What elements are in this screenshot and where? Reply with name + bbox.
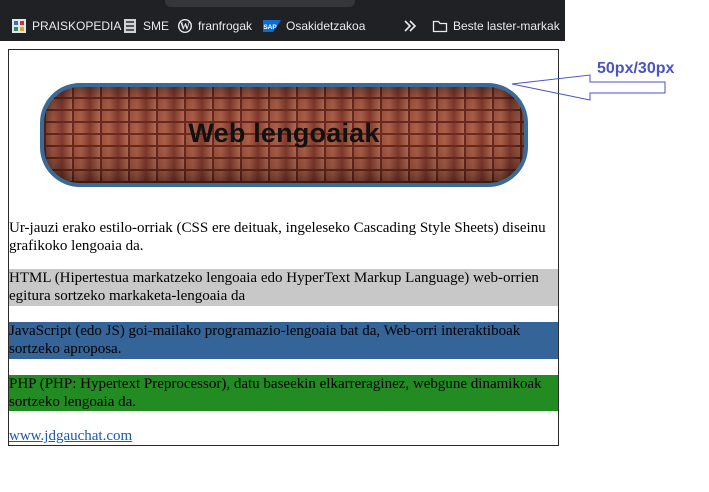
bookmark-label: SME: [143, 19, 170, 33]
wordpress-icon: W: [177, 18, 193, 34]
chevron-double-right-icon: [402, 18, 418, 34]
php-paragraph: PHP (PHP: Hypertext Preprocessor), datu …: [9, 375, 558, 411]
site-favicon-icon: [11, 18, 27, 34]
bookmarks-overflow-button[interactable]: [402, 16, 418, 36]
page-title: Web lengoaiak: [188, 118, 380, 148]
bookmark-label: franfrogak: [198, 19, 253, 33]
bookmark-label: Beste laster-markak: [453, 19, 560, 33]
website-link[interactable]: www.jdgauchat.com: [9, 427, 132, 445]
html-paragraph: HTML (Hipertestua markatzeko lengoaia ed…: [9, 269, 558, 306]
annotation-label: 50px/30px: [597, 60, 675, 77]
header-banner: Web lengoaiak: [40, 83, 528, 187]
sme-favicon-icon: [122, 18, 138, 34]
bookmark-label: Osakidetzakoa: [286, 19, 366, 33]
css-paragraph: Ur-jauzi erako estilo-orriak (CSS ere de…: [9, 220, 546, 254]
tab-strip-edge: [165, 0, 355, 7]
bookmark-folder-other[interactable]: Beste laster-markak: [432, 16, 560, 36]
page-content-frame: Web lengoaiak Ur-jauzi erako estilo-orri…: [8, 49, 559, 446]
svg-text:W: W: [180, 22, 190, 33]
bookmark-praiskopedia[interactable]: PRAISKOPEDIA: [11, 16, 121, 36]
javascript-paragraph: JavaScript (edo JS) goi-mailako programa…: [9, 322, 558, 359]
sap-icon: SAP: [263, 18, 281, 34]
bookmark-label: PRAISKOPEDIA: [32, 19, 122, 33]
bookmark-sme[interactable]: SME: [122, 16, 169, 36]
svg-text:SAP: SAP: [263, 24, 277, 31]
bookmarks-bar: PRAISKOPEDIA SME W franfrogak SAP Osakid…: [0, 0, 565, 41]
bookmark-osakidetzakoa[interactable]: SAP Osakidetzakoa: [263, 16, 365, 36]
bookmark-franfrogak[interactable]: W franfrogak: [177, 16, 252, 36]
folder-icon: [432, 18, 448, 34]
annotation-arrow-icon: [511, 74, 666, 101]
